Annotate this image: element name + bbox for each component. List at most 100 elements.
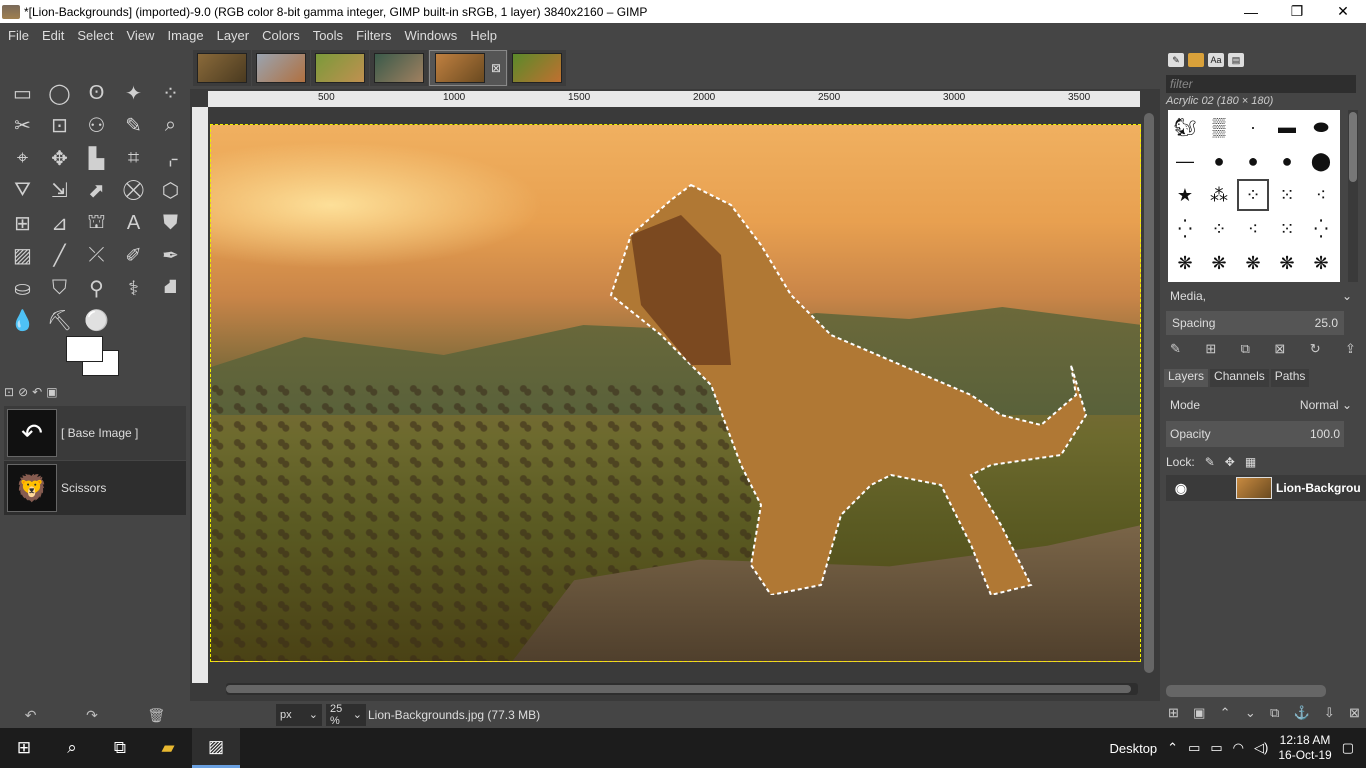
new-brush-icon[interactable]: ⊞ xyxy=(1205,341,1216,357)
tool-icon[interactable]: ⚕ xyxy=(115,272,152,305)
tool-icon[interactable]: ⚇ xyxy=(78,110,115,143)
tool-icon[interactable]: ✥ xyxy=(41,142,78,175)
desktop-label[interactable]: Desktop xyxy=(1109,741,1157,756)
chevron-up-icon[interactable]: ⌃ xyxy=(1167,740,1178,756)
layer-row[interactable]: ◉ Lion-Backgrou xyxy=(1166,475,1366,501)
tool-icon[interactable]: ⛛ xyxy=(4,175,41,208)
duplicate-brush-icon[interactable]: ⧉ xyxy=(1241,341,1250,357)
brush-preset[interactable]: ❋ xyxy=(1236,246,1270,280)
tool-icon[interactable]: ▨ xyxy=(4,240,41,273)
tool-icon[interactable]: ✎ xyxy=(115,110,152,143)
menu-help[interactable]: Help xyxy=(462,28,502,43)
tool-icon[interactable]: ⁘ xyxy=(152,77,189,110)
tool-icon[interactable]: ✂ xyxy=(4,110,41,143)
tool-icon[interactable]: ⊡ xyxy=(41,110,78,143)
tool-icon[interactable]: ⊞ xyxy=(4,207,41,240)
tool-icon[interactable]: ✒ xyxy=(152,240,189,273)
battery-icon[interactable]: ▭ xyxy=(1210,740,1222,756)
open-brush-icon[interactable]: ⇪ xyxy=(1345,341,1356,357)
tool-icon[interactable]: ⌌ xyxy=(152,142,189,175)
menu-select[interactable]: Select xyxy=(69,28,118,43)
brush-filter-input[interactable]: filter xyxy=(1166,75,1356,93)
refresh-brushes-icon[interactable]: ↻ xyxy=(1310,341,1321,357)
file-explorer-icon[interactable]: ▰ xyxy=(144,728,192,768)
brush-preset[interactable]: ● xyxy=(1270,144,1304,178)
notifications-icon[interactable]: ▢ xyxy=(1342,740,1354,756)
fonts-tab-icon[interactable]: Aa xyxy=(1208,53,1224,67)
merge-layer-icon[interactable]: ⇩ xyxy=(1324,705,1335,721)
image-tab[interactable] xyxy=(193,50,251,86)
tool-icon[interactable]: ⤫ xyxy=(78,240,115,273)
brush-preset[interactable]: ● xyxy=(1202,144,1236,178)
brush-preset[interactable]: ★ xyxy=(1168,178,1202,212)
tool-icon[interactable]: ⛉ xyxy=(41,272,78,305)
brushes-tab-icon[interactable]: ✎ xyxy=(1168,53,1184,67)
menu-layer[interactable]: Layer xyxy=(209,28,255,43)
layers-hscrollbar[interactable] xyxy=(1166,685,1326,697)
lock-position-icon[interactable]: ✥ xyxy=(1225,455,1235,469)
tool-icon[interactable]: ◯ xyxy=(41,77,78,110)
brush-preset[interactable]: ⁘ xyxy=(1236,178,1270,212)
horizontal-scrollbar[interactable] xyxy=(226,683,1138,695)
tool-icon[interactable]: ⛏ xyxy=(41,305,78,338)
clock[interactable]: 12:18 AM 16-Oct-19 xyxy=(1278,733,1331,763)
document-history-tab-icon[interactable]: ▤ xyxy=(1228,53,1244,67)
tool-icon[interactable]: ⌖ xyxy=(4,142,41,175)
tab-layers[interactable]: Layers xyxy=(1164,369,1209,387)
wifi-icon[interactable]: ◠ xyxy=(1233,740,1244,756)
image-tab[interactable] xyxy=(311,50,369,86)
tool-icon[interactable]: ⛘ xyxy=(152,272,189,305)
new-layer-group-icon[interactable]: ▣ xyxy=(1193,705,1205,721)
menu-image[interactable]: Image xyxy=(159,28,208,43)
tab-paths[interactable]: Paths xyxy=(1270,369,1310,387)
lock-pixels-icon[interactable]: ✎ xyxy=(1205,455,1215,469)
zoom-select[interactable]: 25 % ⌄ xyxy=(326,703,366,727)
brush-preset[interactable]: ❋ xyxy=(1270,246,1304,280)
unit-select[interactable]: px ⌄ xyxy=(276,703,322,726)
maximize-button[interactable]: ❐ xyxy=(1274,0,1320,23)
menu-windows[interactable]: Windows xyxy=(396,28,462,43)
patterns-tab-icon[interactable] xyxy=(1188,53,1204,67)
display-icon[interactable]: ▭ xyxy=(1188,740,1200,756)
menu-colors[interactable]: Colors xyxy=(254,28,305,43)
tool-icon[interactable]: ⌗ xyxy=(115,142,152,175)
image-tab-active[interactable]: ⊠ xyxy=(429,50,507,86)
menu-tools[interactable]: Tools xyxy=(305,28,348,43)
opacity-slider[interactable]: Opacity 100.0 xyxy=(1166,421,1344,447)
tool-icon[interactable]: ⇲ xyxy=(41,175,78,208)
tool-icon[interactable]: ⚲ xyxy=(78,272,115,305)
brush-preset[interactable]: ⁙ xyxy=(1270,212,1304,246)
brush-preset[interactable]: ❋ xyxy=(1168,246,1202,280)
lock-alpha-icon[interactable]: ▦ xyxy=(1245,455,1256,469)
vertical-scrollbar[interactable] xyxy=(1142,107,1156,683)
volume-icon[interactable]: ◁) xyxy=(1254,740,1268,756)
tool-icon[interactable]: ✐ xyxy=(115,240,152,273)
tool-icon[interactable]: ⛫ xyxy=(78,207,115,240)
close-button[interactable]: ✕ xyxy=(1320,0,1366,23)
raise-layer-icon[interactable]: ⌃ xyxy=(1220,705,1231,721)
tool-icon[interactable]: ▭ xyxy=(4,77,41,110)
task-view-icon[interactable]: ⧉ xyxy=(96,728,144,768)
brush-preset[interactable]: ⁛ xyxy=(1168,212,1202,246)
menu-view[interactable]: View xyxy=(119,28,160,43)
delete-brush-icon[interactable]: ⊠ xyxy=(1274,341,1285,357)
tool-icon[interactable]: ⛊ xyxy=(152,207,189,240)
brush-preset[interactable]: ⁛ xyxy=(1304,212,1338,246)
new-layer-icon[interactable]: ⊞ xyxy=(1168,705,1179,721)
brush-preset[interactable]: ❋ xyxy=(1202,246,1236,280)
brush-preset[interactable]: 🐿 xyxy=(1168,110,1202,144)
tool-icon[interactable]: ⬡ xyxy=(152,175,189,208)
tab-channels[interactable]: Channels xyxy=(1210,369,1269,387)
clear-history-icon[interactable]: 🗑 xyxy=(147,707,165,724)
redo-icon[interactable]: ↷ xyxy=(86,707,98,724)
brush-preset[interactable]: · xyxy=(1236,110,1270,144)
fg-bg-colors[interactable] xyxy=(66,336,126,380)
lower-layer-icon[interactable]: ⌄ xyxy=(1245,705,1256,721)
history-item[interactable]: ↶ [ Base Image ] xyxy=(4,406,186,460)
edit-brush-icon[interactable]: ✎ xyxy=(1170,341,1181,357)
layer-mode-select[interactable]: Mode Normal ⌄ xyxy=(1166,393,1356,417)
brush-preset[interactable]: ⬬ xyxy=(1304,110,1338,144)
brush-preset[interactable]: ▒ xyxy=(1202,110,1236,144)
brush-preset[interactable]: ⁖ xyxy=(1236,212,1270,246)
tool-icon[interactable]: ⌕ xyxy=(152,110,189,143)
